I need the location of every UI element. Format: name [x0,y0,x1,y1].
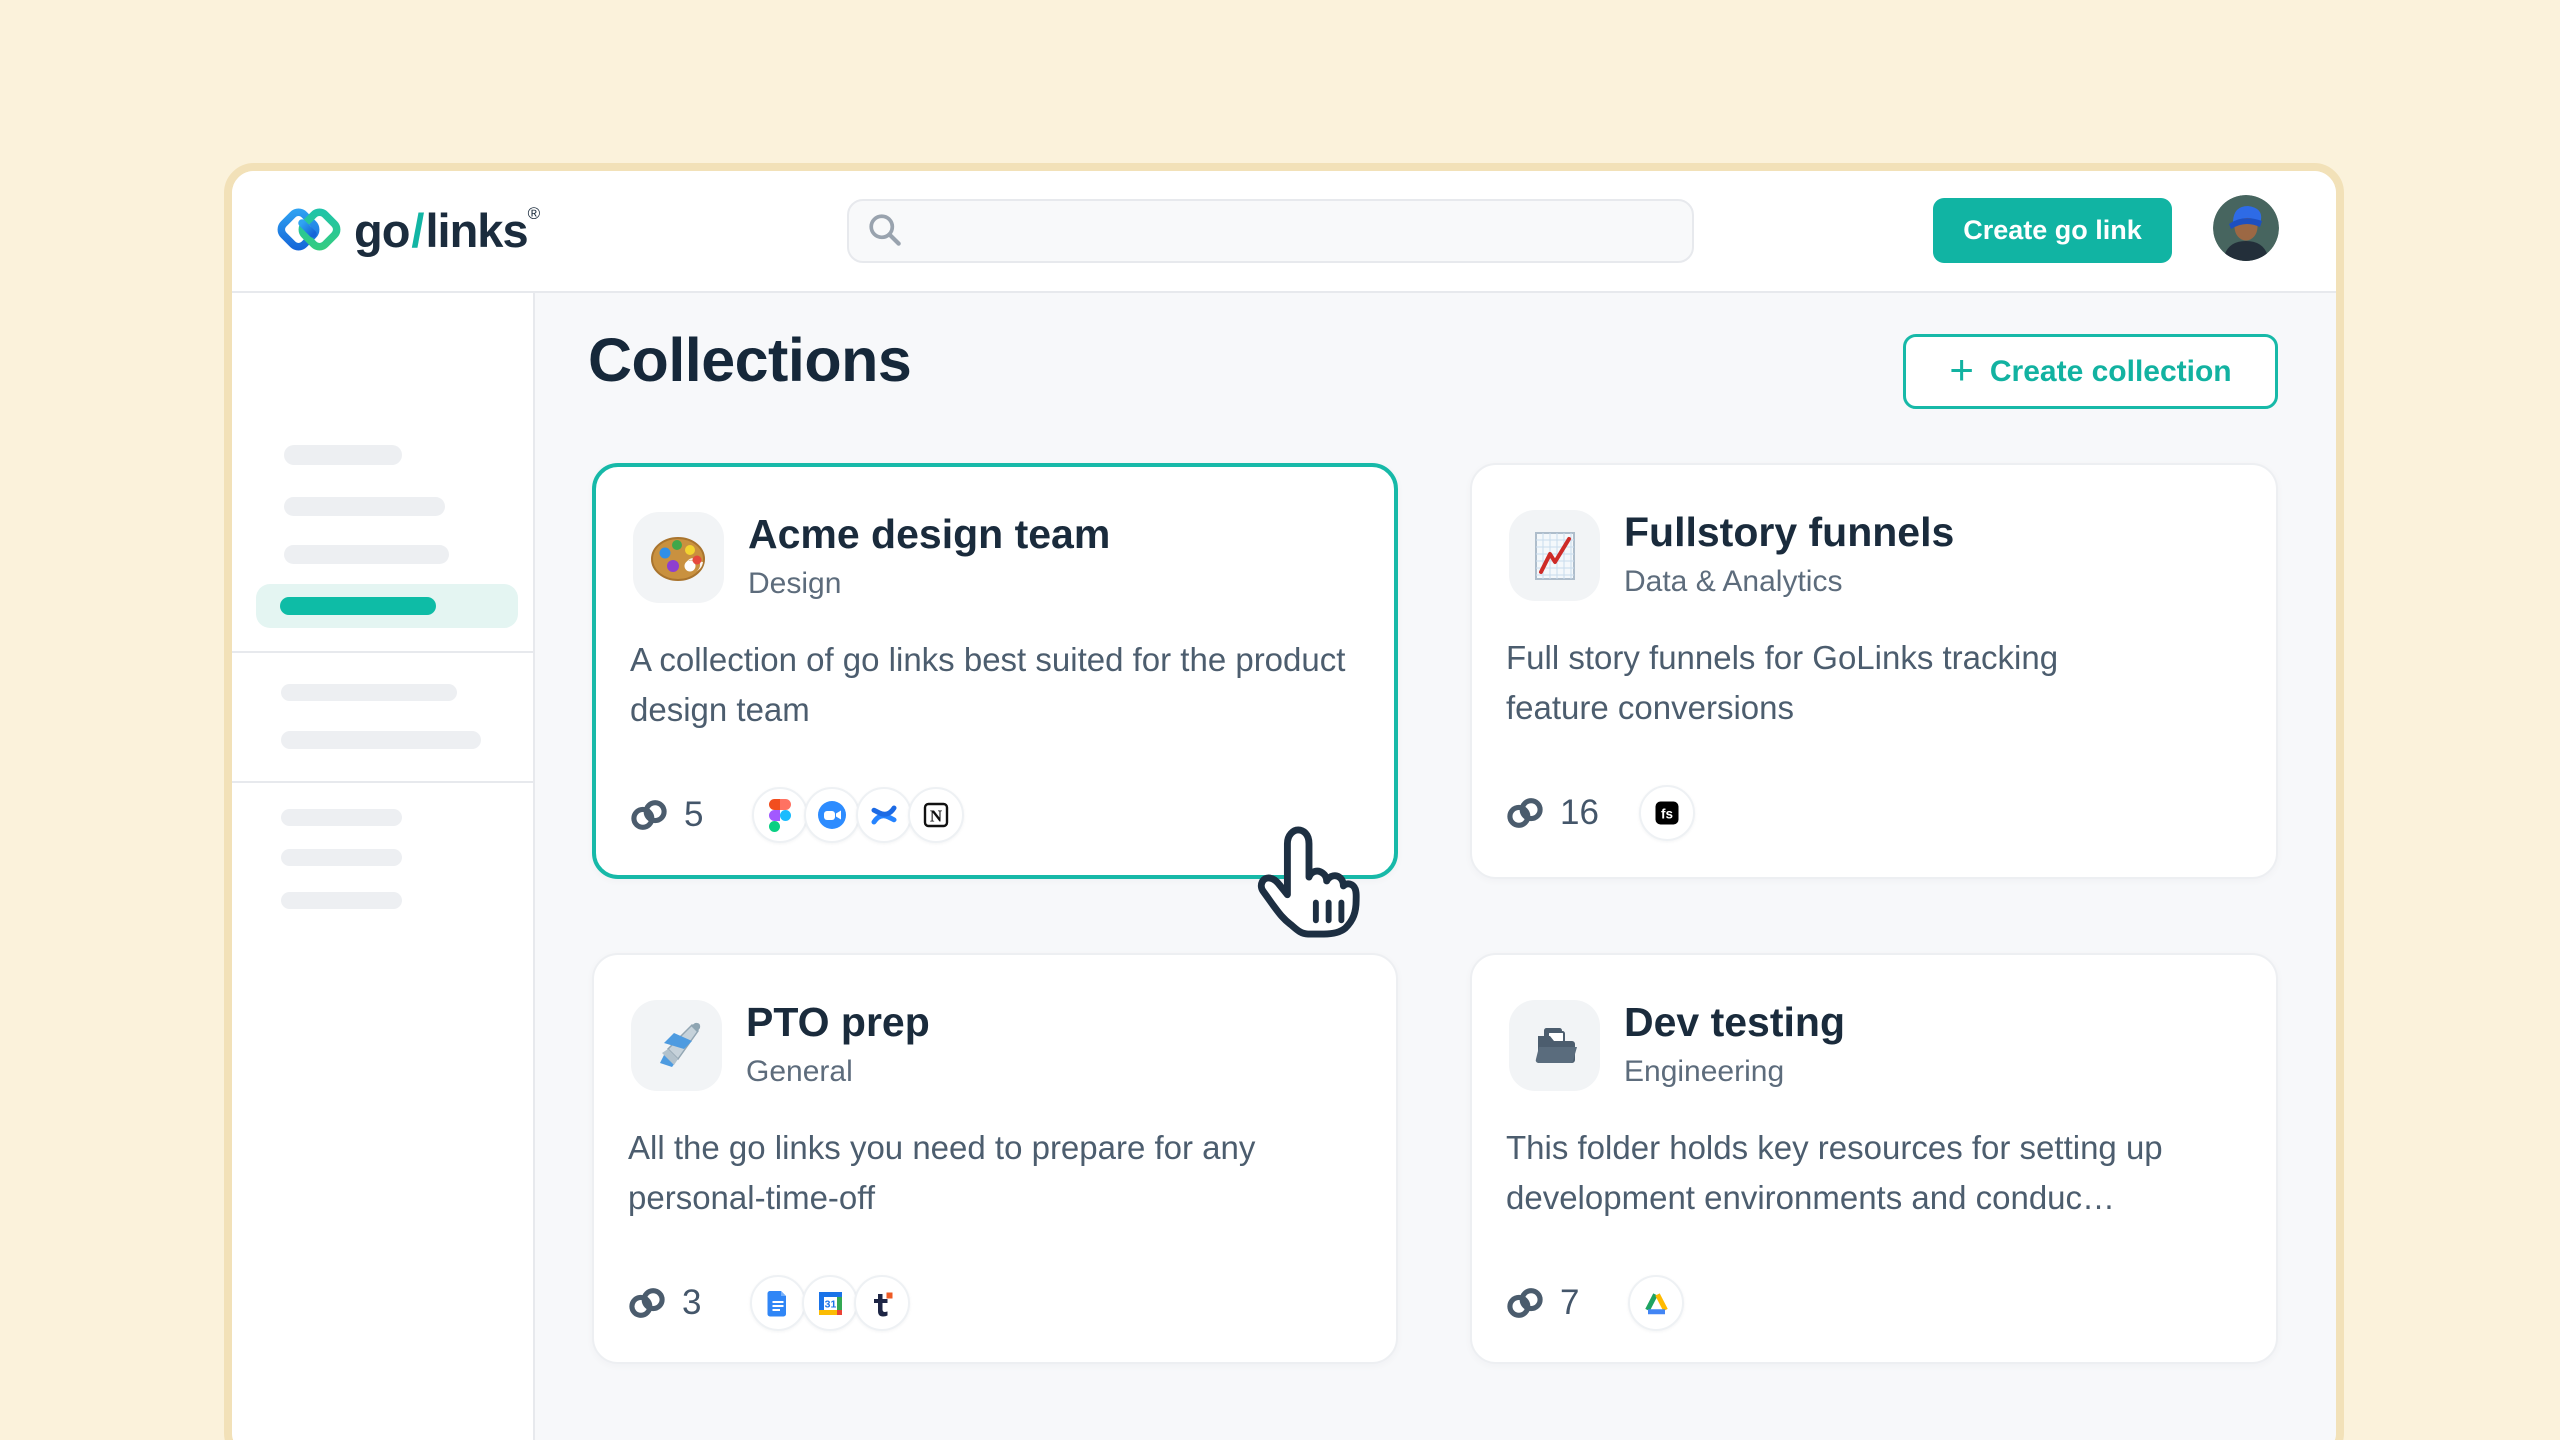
card-category: Design [748,567,841,601]
skeleton-nav-item [281,809,402,826]
link-count: 7 [1560,1283,1588,1323]
svg-text:fs: fs [1661,807,1673,822]
app-window: go/links® Create go link [224,163,2344,1440]
sidebar [232,293,535,1440]
fullstory-icon: fs [1639,785,1695,841]
main-content: Collections + Create collection Acme des [535,293,2336,1440]
card-title: Fullstory funnels [1624,509,1954,556]
skeleton-nav-item [281,892,402,909]
page-title: Collections [588,325,911,395]
skeleton-nav-item [284,497,445,516]
card-description: This folder holds key resources for sett… [1506,1123,2176,1223]
zoom-icon [804,787,860,843]
card-category: General [746,1055,853,1089]
chain-link-icon [1506,797,1544,829]
app-icon-row: fs [1639,785,1695,841]
collection-card-dev-testing[interactable]: Dev testing Engineering This folder hold… [1470,953,2278,1364]
card-title: PTO prep [746,999,930,1046]
skeleton-nav-item [281,731,481,749]
collection-card-fullstory-funnels[interactable]: Fullstory funnels Data & Analytics Full … [1470,463,2278,879]
folder-icon [1530,1024,1580,1068]
confluence-icon [856,787,912,843]
avatar-photo [2213,195,2279,261]
card-emoji-tile [1509,1000,1600,1091]
link-count: 5 [684,795,712,835]
card-footer: 3 [628,1275,910,1331]
logo-text: go/links® [354,203,539,258]
create-go-link-button[interactable]: Create go link [1933,198,2172,263]
sidebar-divider [232,651,533,653]
skeleton-nav-item [281,684,457,701]
sidebar-selected-item[interactable] [256,584,518,628]
card-footer: 16 fs [1506,785,1695,841]
skeleton-nav-item [284,445,402,465]
card-description: All the go links you need to prepare for… [628,1123,1328,1223]
user-avatar[interactable] [2213,195,2279,261]
card-footer: 7 [1506,1275,1684,1331]
skeleton-nav-item [281,849,402,866]
golinks-logo-icon [276,201,342,259]
golinks-logo[interactable]: go/links® [276,201,539,259]
link-count: 3 [682,1283,710,1323]
link-count: 16 [1560,793,1599,833]
search-input[interactable] [919,215,1692,247]
palette-icon [650,532,708,584]
google-calendar-icon: 31 [802,1275,858,1331]
search-icon [867,212,905,250]
app-icon-row: N [752,787,964,843]
card-category: Engineering [1624,1055,1784,1089]
card-title: Acme design team [748,511,1110,558]
google-drive-icon [1628,1275,1684,1331]
app-header: go/links® Create go link [232,171,2336,293]
search-bar [847,199,1694,263]
app-icon-row: 31 [750,1275,910,1331]
card-title: Dev testing [1624,999,1845,1046]
create-collection-button[interactable]: + Create collection [1903,334,2278,409]
card-emoji-tile [1509,510,1600,601]
create-collection-label: Create collection [1990,355,2232,389]
chart-increasing-icon [1532,530,1578,582]
chain-link-icon [1506,1287,1544,1319]
card-description: Full story funnels for GoLinks tracking … [1506,633,2126,733]
svg-text:31: 31 [824,1298,836,1310]
card-footer: 5 [630,787,964,843]
airplane-icon [650,1019,704,1073]
card-description: A collection of go links best suited for… [630,635,1390,735]
selected-item-bar [280,597,436,615]
svg-text:N: N [930,807,943,826]
card-category: Data & Analytics [1624,565,1842,599]
google-docs-icon [750,1275,806,1331]
notion-icon: N [908,787,964,843]
skeleton-nav-item [284,545,449,564]
chain-link-icon [628,1287,666,1319]
collection-card-pto-prep[interactable]: PTO prep General All the go links you ne… [592,953,1398,1364]
app-icon-row [1628,1275,1684,1331]
card-emoji-tile [631,1000,722,1091]
t-app-icon [854,1275,910,1331]
collection-card-acme-design-team[interactable]: Acme design team Design A collection of … [592,463,1398,879]
card-emoji-tile [633,512,724,603]
figma-icon [752,787,808,843]
chain-link-icon [630,799,668,831]
sidebar-divider [232,781,533,783]
